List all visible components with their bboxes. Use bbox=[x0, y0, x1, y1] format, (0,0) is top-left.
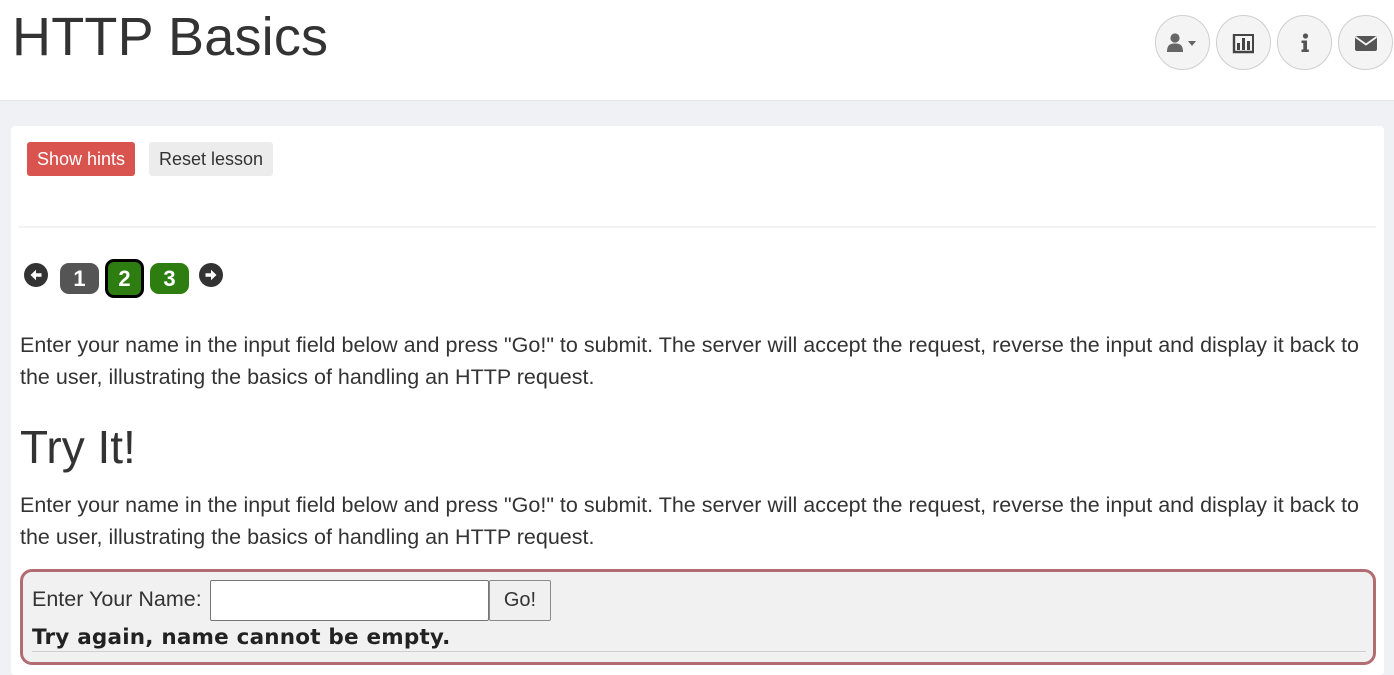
lesson-intro-text: Enter your name in the input field below… bbox=[20, 333, 1360, 389]
next-page-button[interactable] bbox=[199, 263, 223, 287]
user-menu-button[interactable] bbox=[1155, 15, 1210, 70]
contact-button[interactable] bbox=[1338, 15, 1393, 70]
arrow-left-icon bbox=[30, 269, 42, 281]
lesson-panel: Show hints Reset lesson 1 2 3 Enter your… bbox=[11, 126, 1384, 675]
page-3-button[interactable]: 3 bbox=[150, 263, 189, 294]
user-icon bbox=[1166, 32, 1196, 52]
name-label: Enter Your Name: bbox=[32, 587, 202, 611]
feedback-message: Try again, name cannot be empty. bbox=[32, 625, 451, 650]
page-title: HTTP Basics bbox=[12, 7, 329, 67]
reset-lesson-button[interactable]: Reset lesson bbox=[149, 142, 274, 176]
attack-form: Enter Your Name: Go! Try again, name can… bbox=[20, 569, 1376, 665]
page-2-button[interactable]: 2 bbox=[105, 259, 144, 298]
bar-chart-icon bbox=[1232, 33, 1254, 53]
name-input[interactable] bbox=[210, 580, 489, 621]
previous-page-button[interactable] bbox=[24, 263, 48, 287]
section-heading: Try It! bbox=[20, 421, 136, 473]
arrow-right-icon bbox=[205, 269, 217, 281]
go-button[interactable]: Go! bbox=[489, 580, 551, 621]
envelope-icon bbox=[1354, 35, 1377, 51]
lesson-body-text: Enter your name in the input field below… bbox=[20, 493, 1360, 549]
divider bbox=[19, 226, 1376, 228]
page-1-button[interactable]: 1 bbox=[60, 263, 99, 294]
feedback-divider bbox=[32, 651, 1366, 652]
info-icon bbox=[1301, 32, 1309, 52]
about-button[interactable] bbox=[1277, 15, 1332, 70]
page-header: HTTP Basics bbox=[0, 0, 1394, 101]
report-card-button[interactable] bbox=[1216, 15, 1271, 70]
show-hints-button[interactable]: Show hints bbox=[27, 142, 136, 176]
caret-down-icon bbox=[1187, 40, 1196, 46]
